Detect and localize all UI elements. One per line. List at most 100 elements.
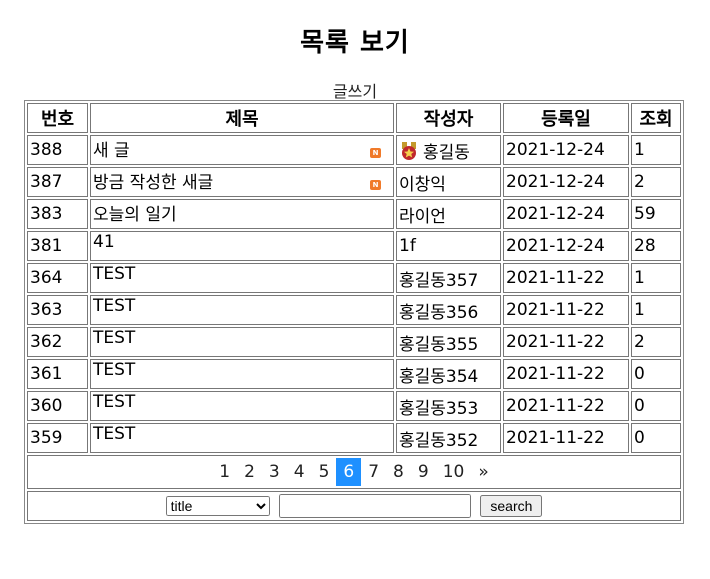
table-row[interactable]: 364 TEST 홍길동357 2021-11-22 1: [27, 263, 681, 293]
cell-title[interactable]: TEST: [90, 263, 394, 293]
cell-writer-text: 홍길동355: [399, 334, 479, 355]
cell-title[interactable]: 방금 작성한 새글 N: [90, 167, 394, 197]
page-link-2[interactable]: 2: [237, 458, 262, 486]
cell-writer-text: 홍길동354: [399, 366, 479, 387]
cell-title[interactable]: TEST: [90, 359, 394, 389]
page-link-9[interactable]: 9: [411, 458, 436, 486]
cell-views: 1: [631, 135, 681, 165]
new-badge-icon: N: [370, 180, 381, 190]
cell-title-text[interactable]: TEST: [93, 424, 135, 444]
cell-date-text: 2021-11-22: [506, 428, 605, 448]
cell-date: 2021-12-24: [503, 167, 629, 197]
cell-views-text: 0: [634, 428, 645, 448]
cell-date-text: 2021-12-24: [506, 172, 605, 192]
cell-writer: 라이언: [396, 199, 501, 229]
board-table: 번호 제목 작성자 등록일 조회 388 새 글 N 홍길동 2021-12-24 1 38…: [24, 100, 684, 524]
cell-title-text[interactable]: 41: [93, 232, 115, 252]
table-row[interactable]: 383 오늘의 일기 라이언 2021-12-24 59: [27, 199, 681, 229]
cell-views: 0: [631, 391, 681, 421]
cell-date: 2021-12-24: [503, 199, 629, 229]
cell-num-text: 361: [30, 364, 63, 384]
header-title: 제목: [90, 103, 394, 133]
cell-writer: 이창익: [396, 167, 501, 197]
page-link-3[interactable]: 3: [262, 458, 287, 486]
cell-title-text[interactable]: TEST: [93, 392, 135, 412]
cell-views-text: 2: [634, 172, 645, 192]
cell-writer-text: 홍길동353: [399, 398, 479, 419]
cell-writer: 홍길동352: [396, 423, 501, 453]
cell-num-text: 360: [30, 396, 63, 416]
cell-writer: 1f: [396, 231, 501, 261]
cell-num: 364: [27, 263, 88, 293]
cell-writer: 홍길동356: [396, 295, 501, 325]
cell-title[interactable]: 새 글N: [90, 135, 394, 165]
table-row[interactable]: 362 TEST 홍길동355 2021-11-22 2: [27, 327, 681, 357]
cell-title-text[interactable]: TEST: [93, 328, 135, 348]
search-input[interactable]: [278, 494, 471, 518]
table-row[interactable]: 387 방금 작성한 새글 N 이창익 2021-12-24 2: [27, 167, 681, 197]
table-row[interactable]: 361 TEST 홍길동354 2021-11-22 0: [27, 359, 681, 389]
cell-title[interactable]: TEST: [90, 327, 394, 357]
cell-views: 1: [631, 263, 681, 293]
cell-num: 383: [27, 199, 88, 229]
search-row: title search: [27, 491, 681, 521]
cell-num: 360: [27, 391, 88, 421]
table-row[interactable]: 363 TEST 홍길동356 2021-11-22 1: [27, 295, 681, 325]
cell-title-text[interactable]: 오늘의 일기: [93, 205, 177, 225]
page-link-4[interactable]: 4: [287, 458, 312, 486]
next-page-link[interactable]: »: [471, 458, 495, 486]
cell-num: 359: [27, 423, 88, 453]
cell-num-text: 364: [30, 268, 63, 288]
cell-title[interactable]: 41: [90, 231, 394, 261]
cell-views-text: 0: [634, 396, 645, 416]
cell-writer: 홍길동354: [396, 359, 501, 389]
search-button[interactable]: search: [480, 494, 543, 517]
cell-views: 0: [631, 423, 681, 453]
page-link-1[interactable]: 1: [212, 458, 237, 486]
cell-num-text: 363: [30, 300, 63, 320]
page-link-10[interactable]: 10: [436, 458, 472, 486]
table-row[interactable]: 359 TEST 홍길동352 2021-11-22 0: [27, 423, 681, 453]
page-link-8[interactable]: 8: [386, 458, 411, 486]
cell-title-text[interactable]: 방금 작성한 새글: [93, 173, 213, 193]
cell-title-text[interactable]: 새 글: [93, 141, 130, 161]
page-link-5[interactable]: 5: [312, 458, 337, 486]
cell-title[interactable]: TEST: [90, 423, 394, 453]
table-row[interactable]: 388 새 글 N 홍길동 2021-12-24 1: [27, 135, 681, 165]
table-row[interactable]: 360 TEST 홍길동353 2021-11-22 0: [27, 391, 681, 421]
cell-views-text: 28: [634, 236, 656, 256]
header-row: 번호 제목 작성자 등록일 조회: [27, 103, 681, 133]
cell-date: 2021-11-22: [503, 327, 629, 357]
cell-views-text: 2: [634, 332, 645, 352]
cell-date-text: 2021-12-24: [506, 236, 605, 256]
cell-writer: 홍길동357: [396, 263, 501, 293]
write-link[interactable]: 글쓰기: [0, 78, 710, 102]
cell-date: 2021-12-24: [503, 231, 629, 261]
cell-title[interactable]: TEST: [90, 391, 394, 421]
cell-title-text[interactable]: TEST: [93, 296, 135, 316]
header-views: 조회: [631, 103, 681, 133]
cell-num: 363: [27, 295, 88, 325]
cell-views: 1: [631, 295, 681, 325]
cell-views-text: 1: [634, 300, 645, 320]
page-title: 목록 보기: [300, 28, 410, 58]
cell-num-text: 388: [30, 140, 63, 160]
cell-views-text: 0: [634, 364, 645, 384]
new-badge-icon: N: [370, 148, 381, 158]
cell-title[interactable]: TEST: [90, 295, 394, 325]
cell-title-text[interactable]: TEST: [93, 360, 135, 380]
header-num: 번호: [27, 103, 88, 133]
cell-writer-text: 홍길동357: [399, 270, 479, 291]
table-row[interactable]: 381 41 1f 2021-12-24 28: [27, 231, 681, 261]
board-rows: 388 새 글 N 홍길동 2021-12-24 1 387 방금 작성한 새글 N 이창익 202…: [27, 135, 681, 453]
cell-writer: 홍길동355: [396, 327, 501, 357]
cell-num: 381: [27, 231, 88, 261]
cell-date: 2021-12-24: [503, 135, 629, 165]
cell-title[interactable]: 오늘의 일기: [90, 199, 394, 229]
cell-date: 2021-11-22: [503, 359, 629, 389]
page-link-7[interactable]: 7: [361, 458, 386, 486]
search-field-select[interactable]: title: [165, 495, 270, 516]
page-link-6[interactable]: 6: [336, 458, 362, 486]
cell-title-text[interactable]: TEST: [93, 264, 135, 284]
cell-num-text: 359: [30, 428, 63, 448]
